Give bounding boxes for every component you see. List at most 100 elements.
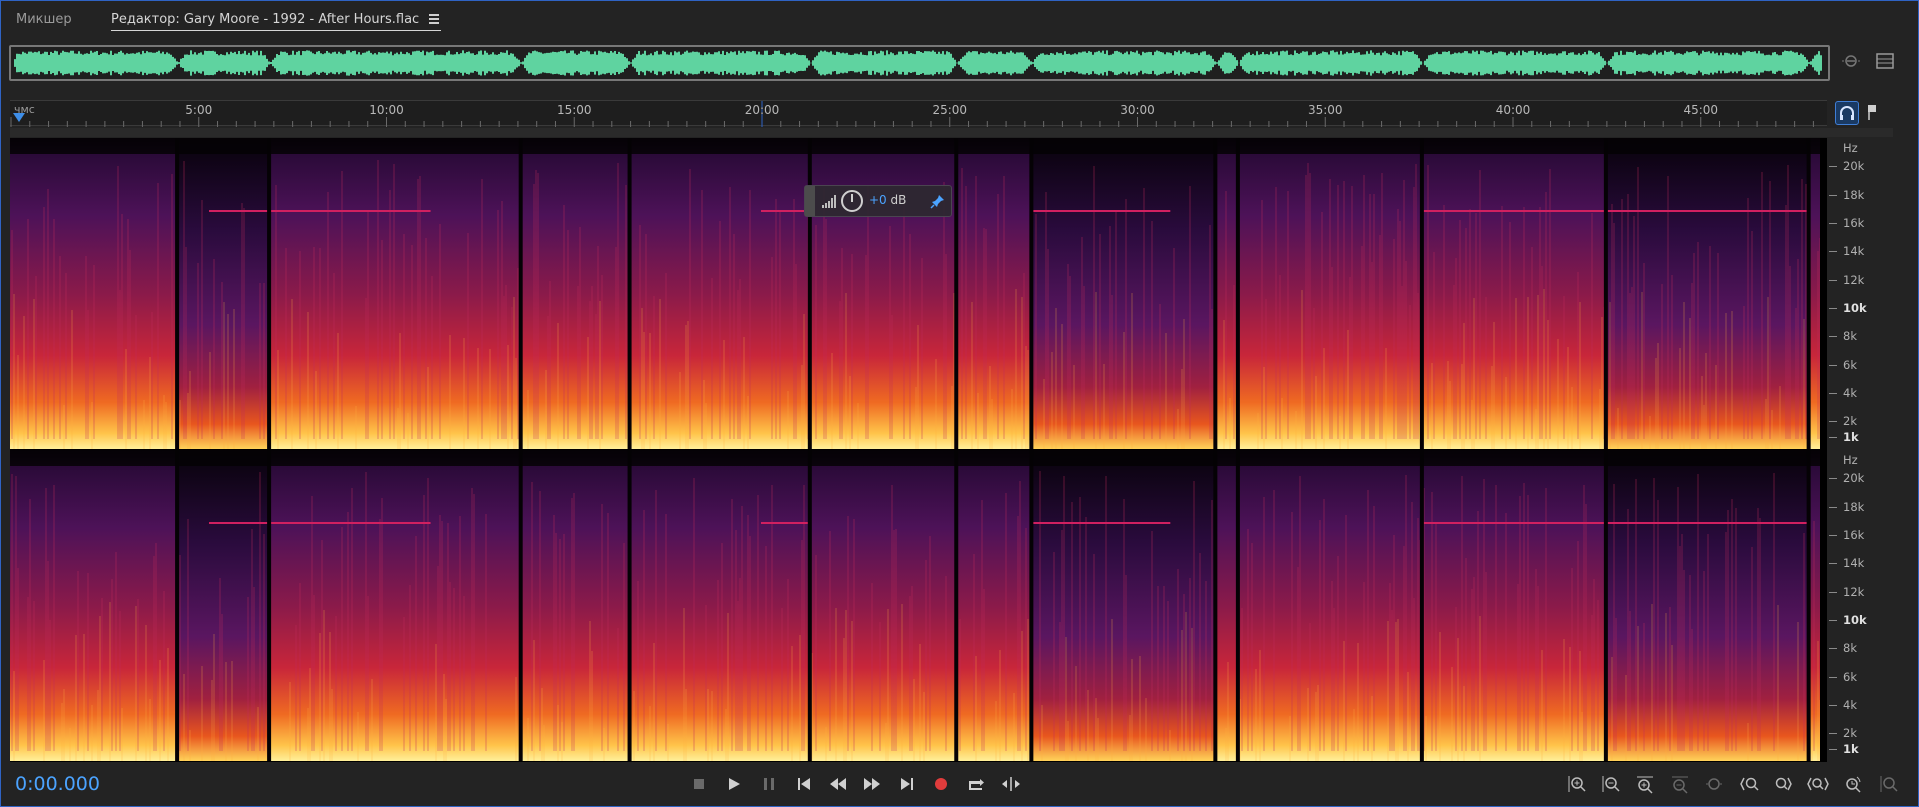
frequency-tick	[1829, 251, 1837, 252]
spectrogram-gap	[1419, 138, 1424, 449]
channel-right-spectrogram[interactable]	[10, 450, 1827, 761]
zoom-in-amplitude-button[interactable]	[1565, 773, 1587, 795]
frequency-label: 2k	[1843, 414, 1857, 428]
skip-back-button[interactable]	[793, 773, 815, 795]
frequency-tick	[1829, 535, 1837, 536]
pin-icon[interactable]	[929, 192, 947, 210]
frequency-tick	[1829, 437, 1837, 438]
pause-button[interactable]	[758, 773, 780, 795]
spectrogram-graphic	[10, 450, 1827, 761]
frequency-tick	[1829, 308, 1837, 309]
zoom-in-right-button[interactable]	[1772, 773, 1794, 795]
loop-icon	[967, 776, 985, 792]
tab-editor-label: Редактор: Gary Moore - 1992 - After Hour…	[111, 12, 420, 27]
ruler-label: 45:00	[1683, 103, 1719, 117]
current-time-display[interactable]: 0:00.000	[15, 773, 100, 795]
frequency-tick	[1829, 507, 1837, 508]
level-meter-icon	[822, 195, 836, 208]
scrollbar-grip[interactable]	[939, 129, 975, 142]
frequency-unit-label: Hz	[1843, 453, 1858, 467]
zoom-selection-button[interactable]	[1807, 773, 1829, 795]
tab-editor[interactable]: Редактор: Gary Moore - 1992 - After Hour…	[111, 11, 442, 31]
skip-forward-button[interactable]	[896, 773, 918, 795]
spectral-display[interactable]	[10, 138, 1827, 762]
tab-mixer[interactable]: Микшер	[16, 11, 72, 31]
spectrogram-gap	[1213, 138, 1218, 449]
spectrogram-gap	[1603, 450, 1608, 761]
spectrogram-segment	[1605, 138, 1809, 449]
frequency-tick	[1829, 620, 1837, 621]
marker-icon[interactable]	[1865, 103, 1879, 121]
hud-drag-handle[interactable]	[805, 186, 815, 216]
overview-waveform[interactable]	[9, 45, 1830, 81]
play-button[interactable]	[723, 773, 745, 795]
zoom-in-amplitude-icon	[1566, 774, 1586, 794]
frequency-tick	[1829, 421, 1837, 422]
fast-forward-button[interactable]	[861, 773, 883, 795]
frequency-tick	[1829, 336, 1837, 337]
overview-waveform-graphic	[11, 47, 1828, 79]
spectrogram-gap	[954, 450, 959, 761]
spectrogram-gap	[267, 138, 272, 449]
frequency-tick	[1829, 195, 1837, 196]
frequency-label: 4k	[1843, 698, 1857, 712]
frequency-label: 4k	[1843, 386, 1857, 400]
zoom-in-right-icon	[1773, 774, 1793, 794]
frequency-tick	[1829, 592, 1837, 593]
skip-back-icon	[797, 777, 811, 791]
ruler-label: 15:00	[556, 103, 592, 117]
frequency-label: 12k	[1843, 273, 1865, 287]
zoom-full-icon	[1843, 774, 1863, 794]
amplitude-hud[interactable]: +0 dB	[804, 185, 952, 217]
playhead-marker[interactable]	[13, 113, 25, 122]
time-ruler[interactable]: чмс 5:00 10:00 15:00 20:00 25:00 30:00 35:00 40…	[10, 100, 1827, 127]
frequency-label: 10k	[1843, 301, 1867, 315]
stop-icon	[693, 778, 705, 790]
panel-menu-icon[interactable]	[1875, 51, 1895, 71]
zoom-out-time-button[interactable]	[1669, 773, 1691, 795]
transport-bar: 0:00.000	[1, 763, 1918, 806]
frequency-label: 8k	[1843, 641, 1857, 655]
zoom-out-amplitude-button[interactable]	[1599, 773, 1621, 795]
record-button[interactable]	[930, 773, 952, 795]
zoom-in-time-button[interactable]	[1634, 773, 1656, 795]
spectrogram-top-band	[10, 138, 1827, 154]
zoom-out-full-icon[interactable]	[1841, 51, 1861, 71]
tab-bar: Микшер Редактор: Gary Moore - 1992 - Aft…	[1, 1, 1918, 39]
frequency-axis-right[interactable]: Hz 20k 18k 16k 14k 12k 10k 8k 6k 4k 2k 1k	[1829, 450, 1891, 761]
overview-waveform-path	[14, 50, 1822, 76]
rewind-icon	[829, 777, 847, 791]
fast-forward-icon	[863, 777, 881, 791]
zoom-out-time-icon	[1670, 774, 1690, 794]
frequency-axis-left[interactable]: Hz 20k 18k 16k 14k 12k 10k 8k 6k 4k 2k 1k	[1829, 138, 1891, 449]
zoom-reset-button[interactable]	[1703, 773, 1725, 795]
frequency-tick	[1829, 563, 1837, 564]
skip-selection-button[interactable]	[1000, 773, 1022, 795]
frequency-label: 20k	[1843, 159, 1865, 173]
frequency-label: 12k	[1843, 585, 1865, 599]
stop-button[interactable]	[688, 773, 710, 795]
spectrogram-gap	[518, 450, 523, 761]
zoom-in-left-button[interactable]	[1738, 773, 1760, 795]
spectrogram-gap	[1235, 450, 1240, 761]
headphones-icon[interactable]	[1835, 101, 1859, 125]
frequency-tick	[1829, 478, 1837, 479]
frequency-label: 18k	[1843, 500, 1865, 514]
zoom-selection-icon	[1807, 774, 1829, 794]
menu-icon[interactable]	[429, 14, 440, 24]
spectrogram-gap	[518, 138, 523, 449]
rewind-button[interactable]	[827, 773, 849, 795]
spectrogram-gap	[267, 450, 272, 761]
zoom-out-full-button[interactable]	[1877, 773, 1899, 795]
spectrogram-segment	[177, 450, 270, 761]
volume-knob[interactable]	[841, 190, 863, 212]
zoom-full-button[interactable]	[1842, 773, 1864, 795]
spectrogram-gap	[175, 450, 180, 761]
volume-value[interactable]: +0 dB	[869, 193, 906, 207]
frequency-tick	[1829, 223, 1837, 224]
zoom-out-full-icon	[1878, 774, 1898, 794]
frequency-tick	[1829, 705, 1837, 706]
frequency-label: 16k	[1843, 528, 1865, 542]
frequency-tick	[1829, 365, 1837, 366]
loop-button[interactable]	[965, 773, 987, 795]
